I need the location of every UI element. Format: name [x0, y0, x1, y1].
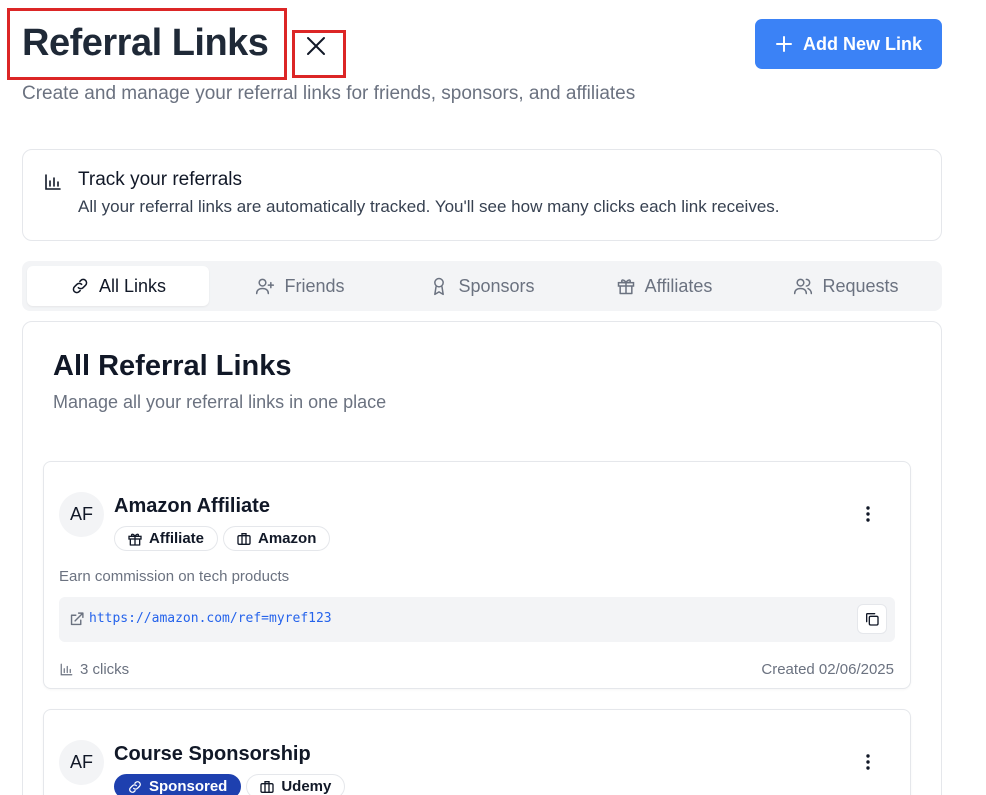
link-url-box: https://amazon.com/ref=myref123 [59, 597, 895, 642]
badge-label: Udemy [281, 778, 332, 795]
tab-label: Affiliates [644, 275, 713, 296]
avatar: AF [59, 492, 104, 537]
badge-label: Affiliate [149, 530, 205, 547]
more-options-icon[interactable] [858, 752, 878, 772]
link-icon [129, 780, 141, 793]
avatar: AF [59, 740, 104, 785]
award-icon [434, 277, 445, 296]
category-badge: Affiliate [114, 526, 219, 551]
page-title: Referral Links [22, 22, 269, 64]
track-referrals-info-card: Track your referrals All your referral l… [22, 149, 942, 241]
page-subtitle: Create and manage your referral links fo… [22, 83, 636, 104]
add-new-link-label: Add New Link [802, 33, 922, 54]
badge-label: Amazon [258, 530, 317, 547]
add-new-link-button[interactable]: Add New Link [755, 19, 942, 69]
page-header: Referral Links Create and manage your re… [0, 0, 986, 140]
company-badge: Amazon [223, 526, 331, 551]
company-badge: Udemy [246, 774, 346, 795]
info-title: Track your referrals [78, 169, 242, 190]
tab-label: Requests [822, 275, 899, 296]
referral-url-link[interactable]: https://amazon.com/ref=myref123 [89, 611, 332, 626]
info-text: All your referral links are automaticall… [78, 197, 780, 216]
link-icon [72, 278, 88, 294]
created-date: Created 02/06/2025 [761, 661, 894, 678]
plus-icon [775, 36, 792, 52]
click-stats: 3 clicks [59, 661, 129, 678]
click-count: 3 clicks [80, 661, 130, 678]
gift-icon [128, 533, 142, 546]
tab-label: Sponsors [458, 275, 535, 296]
close-icon[interactable] [303, 33, 329, 59]
tab-requests[interactable]: Requests [755, 266, 937, 306]
link-title: Course Sponsorship [114, 743, 311, 765]
section-title: All Referral Links [53, 350, 292, 382]
link-title: Amazon Affiliate [114, 495, 270, 517]
gift-icon [617, 279, 634, 295]
badge-label: Sponsored [149, 778, 228, 795]
referral-link-card: AF Course Sponsorship Sponsored Udemy [43, 709, 911, 795]
tab-label: Friends [284, 275, 345, 296]
user-plus-icon [256, 278, 275, 295]
tab-affiliates[interactable]: Affiliates [573, 266, 755, 306]
link-description: Earn commission on tech products [59, 568, 290, 585]
tab-label: All Links [98, 275, 167, 296]
all-referral-links-panel: All Referral Links Manage all your refer… [22, 321, 942, 795]
copy-link-button[interactable] [857, 604, 887, 634]
category-badge: Sponsored [114, 774, 242, 795]
link-badges: Affiliate Amazon [114, 526, 331, 551]
link-badges: Sponsored Udemy [114, 774, 346, 795]
copy-icon [866, 613, 879, 626]
more-options-icon[interactable] [858, 504, 878, 524]
briefcase-icon [237, 532, 251, 545]
link-filter-tabs: All Links Friends Sponsors Affiliates Re… [22, 261, 942, 311]
users-icon [794, 278, 813, 295]
tab-friends[interactable]: Friends [209, 266, 391, 306]
tab-sponsors[interactable]: Sponsors [391, 266, 573, 306]
section-subtitle: Manage all your referral links in one pl… [53, 392, 387, 412]
bar-chart-icon [45, 174, 61, 190]
tab-all-links[interactable]: All Links [27, 266, 209, 306]
external-link-icon [70, 612, 84, 626]
bar-chart-icon [60, 663, 73, 676]
briefcase-icon [260, 780, 275, 793]
referral-link-card: AF Amazon Affiliate Affiliate Amazon Ear… [43, 461, 911, 689]
